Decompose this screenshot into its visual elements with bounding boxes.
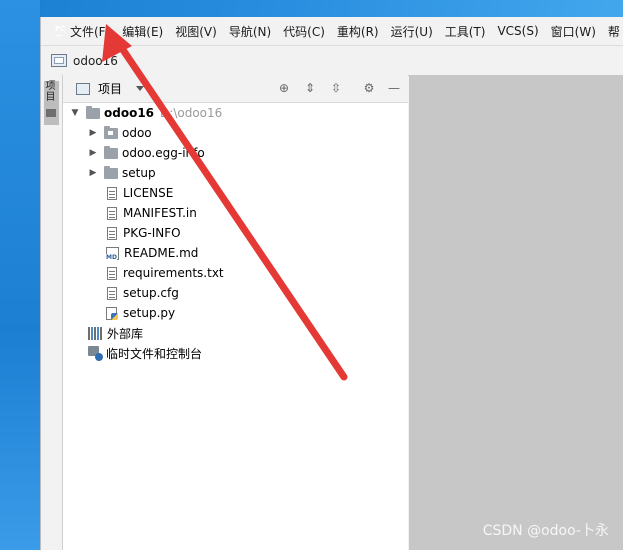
watermark: CSDN @odoo-卜永 (482, 523, 609, 539)
annotation-arrow-shaft (111, 34, 348, 381)
annotation-arrow (102, 24, 348, 381)
